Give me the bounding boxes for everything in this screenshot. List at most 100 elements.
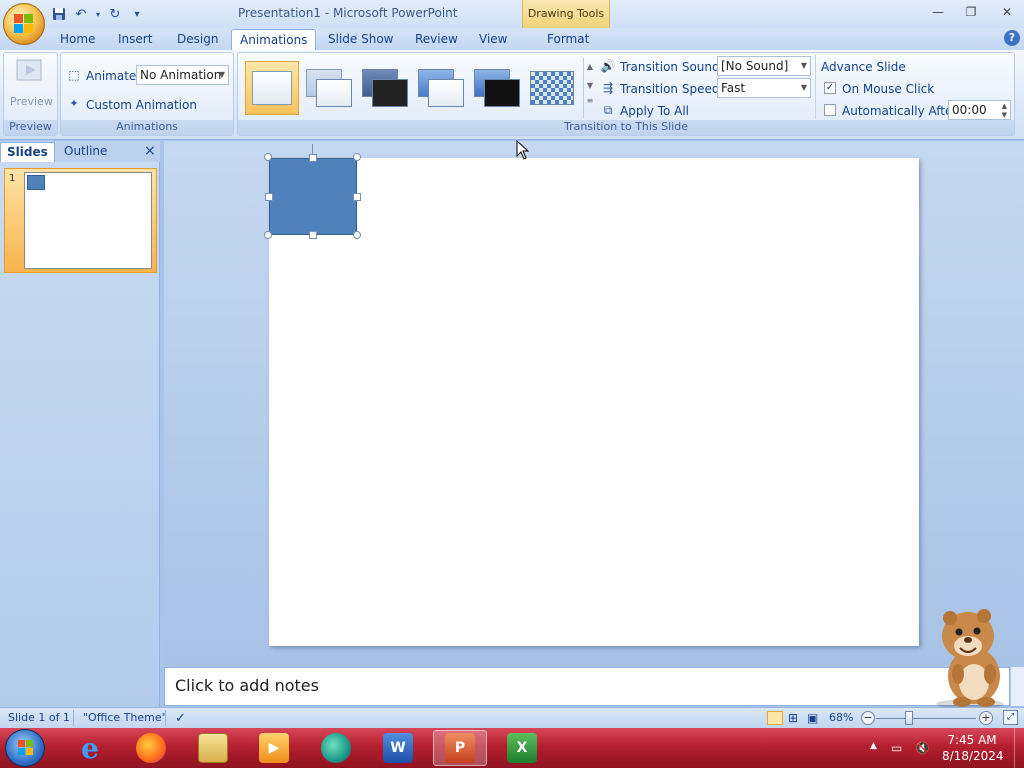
resize-handle-se[interactable] bbox=[353, 231, 361, 239]
start-button[interactable] bbox=[5, 729, 45, 767]
taskbar-media-player[interactable]: ▶ bbox=[247, 730, 301, 766]
animate-label: Animate: bbox=[86, 69, 141, 83]
automatically-after-value: 00:00 bbox=[952, 103, 987, 117]
taskbar-firefox[interactable] bbox=[124, 730, 178, 766]
undo-icon[interactable]: ↶ bbox=[72, 5, 90, 23]
normal-view-icon[interactable] bbox=[767, 711, 783, 725]
taskbar-excel[interactable]: X bbox=[495, 730, 549, 766]
transition-speed-label: Transition Speed: bbox=[620, 82, 724, 96]
system-clock[interactable]: 7:45 AM 8/18/2024 bbox=[942, 732, 1004, 764]
office-button[interactable] bbox=[3, 3, 45, 45]
gallery-up-icon[interactable]: ▲ bbox=[584, 62, 596, 71]
tab-format[interactable]: Format bbox=[539, 29, 597, 50]
rectangle-shape[interactable] bbox=[269, 158, 357, 235]
animate-value: No Animation bbox=[140, 68, 222, 82]
title-bar: ↶ ▾ ↻ ▾ Presentation1 - Microsoft PowerP… bbox=[0, 0, 1024, 28]
animations-group-label: Animations bbox=[61, 120, 233, 135]
resize-handle-e[interactable] bbox=[353, 193, 361, 201]
slide-editing-area bbox=[164, 141, 1024, 666]
divider bbox=[165, 710, 166, 726]
fit-to-window-icon[interactable]: ⤢ bbox=[1003, 710, 1018, 725]
transition-fade-smooth-thumb[interactable] bbox=[304, 63, 356, 115]
transition-sound-value: [No Sound] bbox=[721, 59, 789, 73]
gallery-more-icon[interactable]: ≡ bbox=[584, 96, 596, 105]
excel-icon: X bbox=[507, 733, 537, 763]
animate-dropdown[interactable]: No Animation ▼ bbox=[136, 65, 229, 85]
transition-fade-black-thumb[interactable] bbox=[360, 63, 412, 115]
tab-home[interactable]: Home bbox=[52, 29, 103, 50]
office-assistant-hamster[interactable] bbox=[922, 604, 1012, 710]
resize-handle-sw[interactable] bbox=[264, 231, 272, 239]
help-icon[interactable]: ? bbox=[1004, 30, 1020, 46]
undo-dropdown-icon[interactable]: ▾ bbox=[94, 5, 102, 23]
slide-thumbnail[interactable] bbox=[24, 172, 152, 269]
resize-handle-nw[interactable] bbox=[264, 153, 272, 161]
resize-handle-ne[interactable] bbox=[353, 153, 361, 161]
redo-icon[interactable]: ↻ bbox=[106, 5, 124, 23]
transition-cut-black-thumb[interactable] bbox=[472, 63, 524, 115]
transition-cut-thumb[interactable] bbox=[416, 63, 468, 115]
spell-check-icon[interactable]: ✓ bbox=[175, 711, 186, 726]
resize-handle-s[interactable] bbox=[309, 231, 317, 239]
advance-slide-title: Advance Slide bbox=[821, 60, 906, 74]
tab-insert[interactable]: Insert bbox=[110, 29, 160, 50]
automatically-after-checkbox[interactable] bbox=[824, 104, 836, 116]
show-hidden-icons[interactable]: ▲ bbox=[870, 741, 877, 751]
automatically-after-spinner[interactable]: 00:00 ▲ ▼ bbox=[948, 100, 1011, 120]
tab-slides[interactable]: Slides bbox=[0, 142, 55, 162]
taskbar-internet-explorer[interactable]: e bbox=[63, 730, 117, 766]
zoom-in-button[interactable]: + bbox=[979, 711, 993, 725]
slide-show-icon[interactable]: ▣ bbox=[807, 711, 818, 725]
zoom-level[interactable]: 68% bbox=[829, 711, 853, 724]
transition-sound-dropdown[interactable]: [No Sound] ▼ bbox=[717, 56, 811, 76]
restore-button[interactable]: ❐ bbox=[957, 2, 985, 22]
customize-qat-icon[interactable]: ▾ bbox=[128, 5, 146, 23]
transition-none-thumb[interactable] bbox=[245, 61, 299, 115]
close-pane-icon[interactable]: × bbox=[138, 142, 162, 162]
taskbar-browser[interactable] bbox=[309, 730, 363, 766]
status-bar: Slide 1 of 1 "Office Theme" ✓ ⊞ ▣ 68% − … bbox=[0, 707, 1024, 728]
preview-button[interactable]: Preview bbox=[10, 95, 53, 108]
resize-handle-w[interactable] bbox=[265, 193, 273, 201]
transition-speed-dropdown[interactable]: Fast ▼ bbox=[717, 78, 811, 98]
taskbar-file-explorer[interactable] bbox=[186, 730, 240, 766]
network-icon[interactable]: ▭ bbox=[891, 741, 902, 755]
window-title: Presentation1 - Microsoft PowerPoint bbox=[238, 6, 458, 20]
tab-slide-show[interactable]: Slide Show bbox=[320, 29, 401, 50]
slide-sorter-icon[interactable]: ⊞ bbox=[788, 711, 798, 725]
vertical-scrollbar[interactable] bbox=[1010, 667, 1024, 706]
slide-canvas[interactable] bbox=[264, 144, 919, 646]
taskbar-powerpoint[interactable]: P bbox=[433, 730, 487, 766]
custom-animation-button[interactable]: Custom Animation bbox=[86, 98, 197, 112]
show-desktop-button[interactable] bbox=[1014, 728, 1024, 768]
word-icon: W bbox=[383, 733, 413, 763]
close-button[interactable]: ✕ bbox=[993, 2, 1021, 22]
zoom-out-button[interactable]: − bbox=[861, 711, 875, 725]
slide-thumbnail-selected[interactable]: 1 bbox=[4, 168, 157, 273]
volume-muted-icon[interactable]: 🔇 bbox=[915, 741, 930, 755]
on-mouse-click-checkbox[interactable]: ✓ bbox=[824, 82, 836, 94]
tab-outline[interactable]: Outline bbox=[58, 142, 113, 162]
resize-handle-n[interactable] bbox=[309, 154, 317, 162]
save-icon[interactable] bbox=[50, 5, 68, 23]
apply-to-all-button[interactable]: Apply To All bbox=[620, 104, 689, 118]
tab-design[interactable]: Design bbox=[169, 29, 226, 50]
zoom-slider-thumb[interactable] bbox=[905, 711, 913, 725]
minimize-button[interactable]: — bbox=[924, 2, 952, 22]
gallery-down-icon[interactable]: ▼ bbox=[584, 81, 596, 90]
transition-speed-value: Fast bbox=[721, 81, 746, 95]
divider bbox=[73, 710, 74, 726]
chevron-down-icon: ▼ bbox=[800, 61, 807, 70]
preview-icon[interactable] bbox=[14, 57, 46, 87]
spinner-arrows-icon[interactable]: ▲ ▼ bbox=[1002, 102, 1007, 120]
notes-pane[interactable]: Click to add notes bbox=[164, 667, 1010, 706]
clock-time: 7:45 AM bbox=[947, 733, 997, 747]
taskbar-word[interactable]: W bbox=[371, 730, 425, 766]
transition-dissolve-thumb[interactable] bbox=[528, 63, 580, 115]
zoom-slider-track[interactable] bbox=[876, 718, 976, 719]
transition-speed-icon: ⇶ bbox=[602, 81, 614, 95]
tab-animations[interactable]: Animations bbox=[231, 29, 317, 50]
tab-review[interactable]: Review bbox=[407, 29, 466, 50]
tab-view[interactable]: View bbox=[471, 29, 515, 50]
gallery-scroll[interactable]: ▲ ▼ ≡ bbox=[583, 58, 596, 118]
